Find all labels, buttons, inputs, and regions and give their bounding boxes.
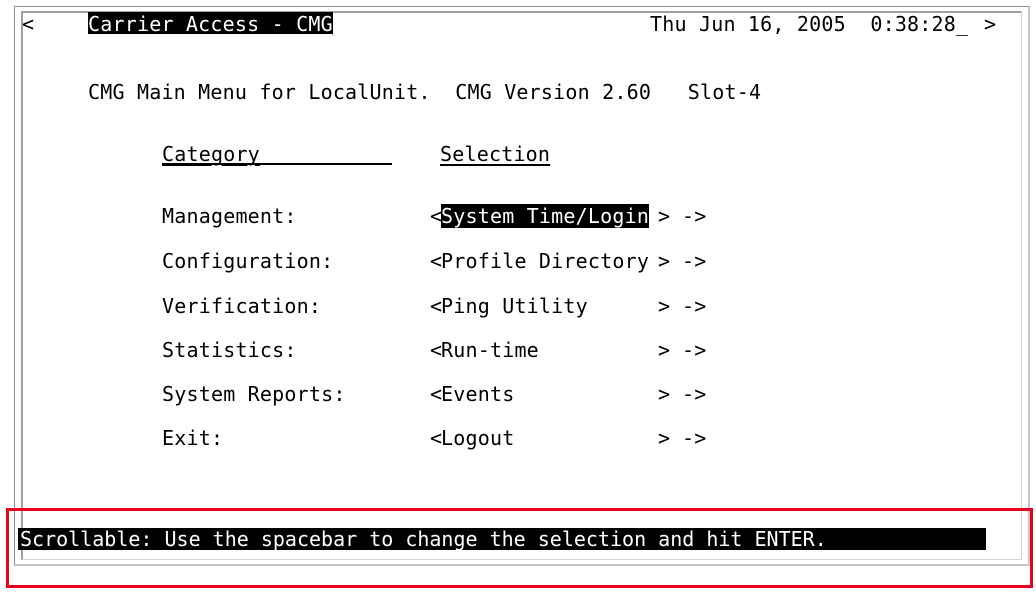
selection-field[interactable]: Ping Utility [441, 294, 588, 318]
menu-subtitle: CMG Main Menu for LocalUnit. CMG Version… [88, 80, 762, 104]
selection-close-bracket: > [658, 426, 671, 450]
terminal-screen[interactable]: < Carrier Access - CMG Thu Jun 16, 2005 … [22, 12, 1022, 558]
menu-category-label: Statistics: [162, 338, 297, 362]
selection-field[interactable]: Run-time [441, 338, 539, 362]
selection-field[interactable]: Logout [441, 426, 514, 450]
selection-field[interactable]: Profile Directory [441, 249, 649, 273]
selection-close-bracket: > [658, 382, 671, 406]
selection-field[interactable]: Events [441, 382, 514, 406]
selection-close-bracket: > [658, 249, 671, 273]
submenu-arrow[interactable]: -> [682, 249, 706, 273]
category-header-underline [162, 163, 392, 165]
submenu-arrow[interactable]: -> [682, 338, 706, 362]
scroll-right-indicator[interactable]: > [984, 12, 996, 36]
menu-category-label: Management: [162, 204, 297, 228]
submenu-arrow[interactable]: -> [682, 382, 706, 406]
menu-category-label: Exit: [162, 426, 224, 450]
selection-column-header: Selection [440, 142, 551, 166]
menu-category-label: System Reports: [162, 382, 346, 406]
menu-category-label: Configuration: [162, 249, 334, 273]
app-title: Carrier Access - CMG [88, 12, 333, 36]
scroll-left-indicator[interactable]: < [22, 12, 34, 36]
submenu-arrow[interactable]: -> [682, 426, 706, 450]
datetime-display: Thu Jun 16, 2005 0:38:28_ [650, 12, 969, 36]
submenu-arrow[interactable]: -> [682, 294, 706, 318]
status-line: Scrollable: Use the spacebar to change t… [18, 528, 986, 550]
submenu-arrow[interactable]: -> [682, 204, 706, 228]
selection-field-selected[interactable]: System Time/Login [441, 204, 650, 228]
selection-close-bracket: > [658, 294, 671, 318]
selection-close-bracket: > [658, 338, 671, 362]
selection-close-bracket: > [658, 204, 671, 228]
menu-category-label: Verification: [162, 294, 322, 318]
